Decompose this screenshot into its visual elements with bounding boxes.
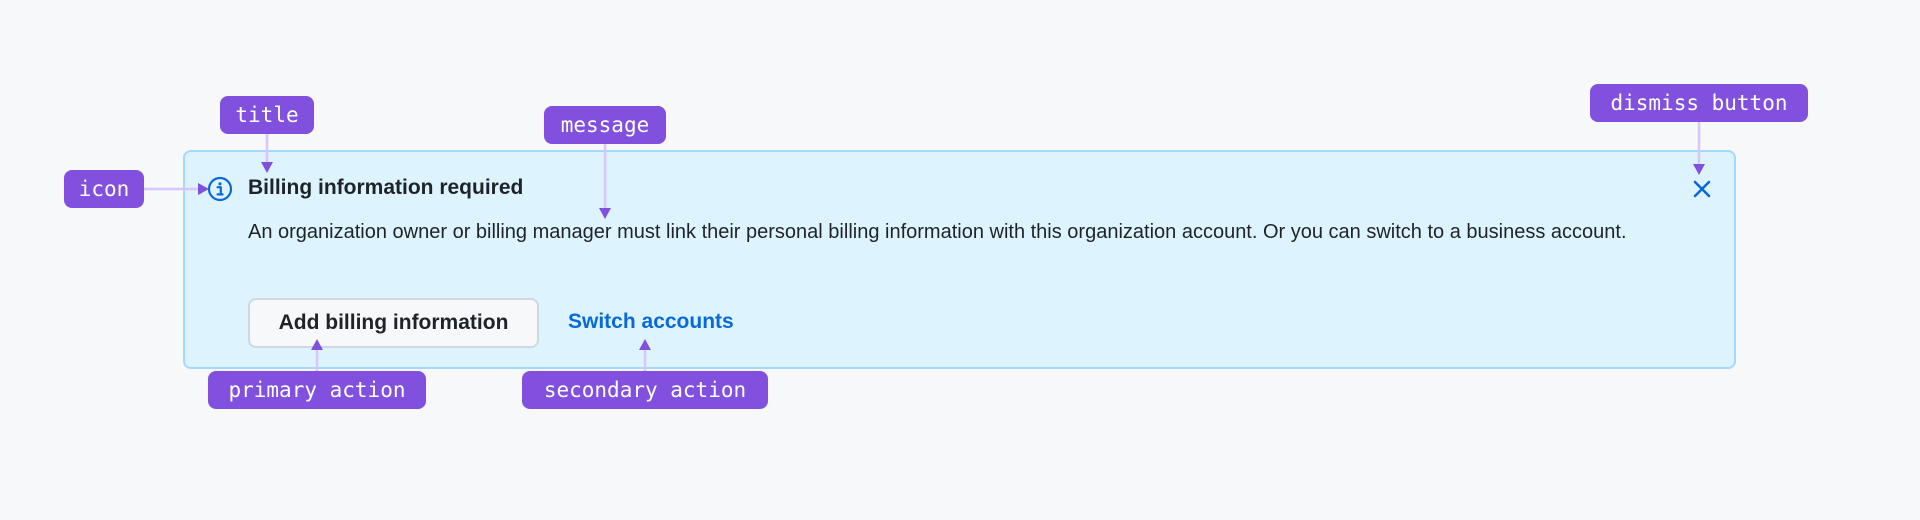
banner-title: Billing information required [248,176,524,199]
info-banner: Billing information required An organiza… [183,150,1736,369]
dismiss-button[interactable] [1687,174,1717,204]
annotation-title: title [220,96,314,134]
banner-message: An organization owner or billing manager… [248,221,1627,243]
info-circle-icon [207,176,233,202]
annotation-message: message [544,106,666,144]
switch-accounts-link[interactable]: Switch accounts [568,308,734,336]
annotation-primary-action: primary action [208,371,426,409]
close-icon [1693,180,1711,198]
annotation-secondary-action: secondary action [522,371,768,409]
add-billing-information-button[interactable]: Add billing information [248,298,539,348]
annotation-icon: icon [64,170,144,208]
annotation-dismiss-button: dismiss button [1590,84,1808,122]
